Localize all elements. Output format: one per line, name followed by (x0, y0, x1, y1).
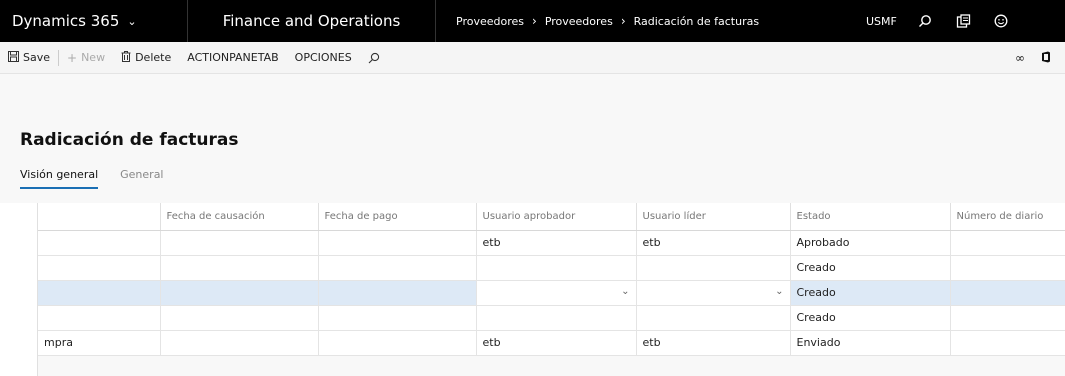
new-label: New (81, 51, 106, 64)
messages-icon[interactable] (944, 0, 982, 42)
tab-vision-general[interactable]: Visión general (20, 168, 99, 189)
chevron-down-icon: ⌄ (127, 14, 137, 28)
chevron-down-icon[interactable]: ⌄ (775, 286, 783, 297)
table-cell[interactable] (317, 255, 476, 281)
opciones-button[interactable]: OPCIONES (287, 42, 360, 74)
save-icon (8, 50, 19, 65)
table-cell[interactable]: etb (635, 330, 790, 356)
table-row-selected[interactable]: ⌄ ⌄ Creado (38, 280, 1065, 306)
chevron-right-icon: › (620, 14, 626, 28)
table-cell[interactable] (949, 255, 1065, 281)
table-cell[interactable] (317, 305, 476, 331)
actionpanetab-button[interactable]: ACTIONPANETAB (179, 42, 286, 74)
table-cell[interactable] (159, 330, 318, 356)
table-cell[interactable] (159, 230, 318, 256)
table-cell[interactable]: etb (475, 330, 636, 356)
table-cell[interactable]: Enviado (789, 330, 950, 356)
column-header-usuario-aprobador[interactable]: Usuario aprobador (475, 203, 636, 231)
table-cell[interactable] (317, 280, 476, 306)
breadcrumb-item-3[interactable]: Radicación de facturas (634, 15, 759, 28)
action-pane: Save + New Delete ACTIONPANETAB OPCIONES… (0, 42, 1065, 74)
usuario-lider-dropdown[interactable]: ⌄ (635, 280, 790, 306)
table-cell[interactable] (159, 305, 318, 331)
search-icon[interactable] (360, 42, 388, 74)
table-cell[interactable] (475, 255, 636, 281)
brand-label: Dynamics 365 (12, 12, 120, 30)
table-row[interactable]: mpra etb etb Enviado (38, 330, 1065, 356)
table-cell[interactable] (635, 255, 790, 281)
table-cell[interactable]: mpra (38, 330, 160, 356)
view-tabs: Visión general General (20, 168, 186, 189)
breadcrumb: Proveedores › Proveedores › Radicación d… (436, 14, 866, 28)
table-cell[interactable] (949, 280, 1065, 306)
column-header-fecha-causacion[interactable]: Fecha de causación (159, 203, 318, 231)
table-row[interactable]: etb etb Aprobado (38, 230, 1065, 256)
trash-icon (121, 50, 131, 65)
search-icon[interactable] (906, 0, 944, 42)
table-cell[interactable] (159, 255, 318, 281)
breadcrumb-item-2[interactable]: Proveedores (545, 15, 613, 28)
table-cell[interactable] (949, 330, 1065, 356)
table-cell[interactable] (38, 230, 160, 256)
new-button[interactable]: + New (59, 42, 113, 74)
grid-left-gutter (0, 203, 38, 376)
table-row[interactable]: Creado (38, 305, 1065, 331)
table-cell[interactable] (317, 330, 476, 356)
top-navigation-bar: Dynamics 365 ⌄ Finance and Operations Pr… (0, 0, 1065, 42)
table-cell[interactable] (949, 230, 1065, 256)
table-cell[interactable]: etb (635, 230, 790, 256)
table-row[interactable]: Creado (38, 255, 1065, 281)
invoice-grid: Fecha de causación Fecha de pago Usuario… (38, 203, 1065, 356)
delete-label: Delete (135, 51, 172, 64)
table-cell[interactable]: etb (475, 230, 636, 256)
table-cell[interactable]: Aprobado (789, 230, 950, 256)
save-label: Save (23, 51, 51, 64)
dynamics-365-menu[interactable]: Dynamics 365 ⌄ (0, 0, 188, 42)
table-cell[interactable] (159, 280, 318, 306)
grid-header-row: Fecha de causación Fecha de pago Usuario… (38, 203, 1065, 231)
table-cell[interactable] (38, 305, 160, 331)
tab-general[interactable]: General (120, 168, 163, 189)
table-cell[interactable] (475, 305, 636, 331)
column-header-numero-diario[interactable]: Número de diario (949, 203, 1065, 231)
column-header[interactable] (38, 203, 160, 231)
company-selector[interactable]: USMF (866, 15, 906, 28)
delete-button[interactable]: Delete (113, 42, 179, 74)
table-cell[interactable] (635, 305, 790, 331)
table-cell[interactable] (38, 280, 160, 306)
table-cell[interactable] (949, 305, 1065, 331)
table-cell[interactable]: Creado (789, 305, 950, 331)
chevron-down-icon[interactable]: ⌄ (621, 286, 629, 297)
table-cell[interactable] (317, 230, 476, 256)
breadcrumb-item-1[interactable]: Proveedores (456, 15, 524, 28)
plus-icon: + (67, 50, 78, 65)
table-cell[interactable]: Creado (789, 255, 950, 281)
table-cell[interactable] (38, 255, 160, 281)
column-header-estado[interactable]: Estado (789, 203, 950, 231)
column-header-fecha-pago[interactable]: Fecha de pago (317, 203, 476, 231)
link-icon[interactable]: ∞ (1007, 51, 1033, 65)
action-pane-right: ∞ (1007, 42, 1059, 74)
save-button[interactable]: Save (0, 42, 58, 74)
column-header-usuario-lider[interactable]: Usuario líder (635, 203, 790, 231)
smiley-icon[interactable] (982, 0, 1020, 42)
office-icon[interactable] (1033, 51, 1059, 66)
chevron-right-icon: › (532, 14, 537, 28)
module-name[interactable]: Finance and Operations (188, 0, 436, 42)
table-cell[interactable]: Creado (789, 280, 950, 306)
usuario-aprobador-dropdown[interactable]: ⌄ (475, 280, 636, 306)
page-title: Radicación de facturas (20, 130, 239, 150)
